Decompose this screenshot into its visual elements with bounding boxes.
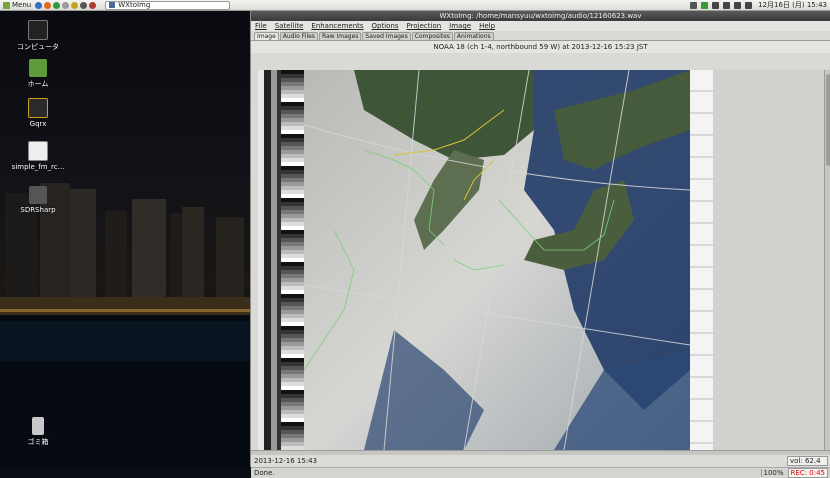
top-panel: Menu WXtoImg 12月16日 (月) 15:43 (0, 0, 830, 11)
volume-readout: vol: 62.4 (787, 455, 828, 466)
browser-launcher-icon[interactable] (35, 1, 43, 9)
script-file-icon (28, 141, 48, 161)
scrollbar-thumb[interactable] (826, 74, 830, 166)
menu-button[interactable]: Menu (0, 0, 34, 11)
menu-label: Menu (12, 1, 32, 9)
tab-composites[interactable]: Composites (411, 32, 453, 40)
desktop-icon-label: ゴミ箱 (27, 438, 49, 446)
tab-audio-files[interactable]: Audio Files (279, 32, 318, 40)
right-telemetry-strip (690, 70, 713, 450)
sdrsharp-icon (29, 186, 47, 204)
desktop-icon-trash[interactable]: ゴミ箱 (3, 417, 73, 447)
wxtoimg-window: WXtoImg: /home/mansyuu/wxtoimg/audio/121… (250, 11, 830, 478)
satellite-image (304, 70, 690, 450)
system-tray: 12月16日 (月) 15:43 (688, 0, 830, 10)
app-launcher-icon[interactable] (80, 1, 88, 9)
taskbar-item-label: WXtoImg (118, 1, 151, 9)
desktop-icon-label: コンピュータ (17, 43, 59, 51)
folder-launcher-icon[interactable] (62, 1, 70, 9)
firefox-launcher-icon[interactable] (44, 1, 52, 9)
vertical-scrollbar[interactable] (824, 70, 830, 450)
trash-icon (32, 417, 44, 435)
desktop-icon-label: SDRSharp (20, 206, 56, 214)
home-folder-icon (29, 59, 47, 77)
keyboard-icon[interactable] (690, 1, 698, 9)
image-caption: NOAA 18 (ch 1-4, northbound 59 W) at 201… (251, 41, 830, 53)
menu-options[interactable]: Options (372, 22, 399, 30)
image-viewport[interactable] (258, 70, 713, 450)
desktop-icon-home[interactable]: ホーム (3, 59, 73, 89)
rec-indicator: REC: 0:45 (787, 468, 828, 478)
computer-icon (28, 20, 48, 40)
menu-help[interactable]: Help (479, 22, 495, 30)
zoom-level: 100% (760, 469, 788, 477)
wxtoimg-task-icon (109, 2, 116, 8)
update-check-icon[interactable] (701, 1, 709, 9)
tab-image[interactable]: Image (254, 32, 279, 40)
terminal-launcher-icon[interactable] (71, 1, 79, 9)
menubar: File Satellite Enhancements Options Proj… (251, 21, 830, 31)
desktop: コンピュータ ホーム Gqrx simple_fm_rc... SDRSharp… (0, 11, 250, 467)
desktop-icon-sdrsharp[interactable]: SDRSharp (3, 186, 73, 214)
tab-bar: Image Audio Files Raw Images Saved Image… (251, 31, 830, 41)
taskbar-item-wxtoimg[interactable]: WXtoImg (105, 0, 231, 10)
desktop-icon-label: ホーム (27, 80, 49, 88)
tab-raw-images[interactable]: Raw Images (318, 32, 362, 40)
desktop-icon-label: simple_fm_rc... (11, 163, 65, 171)
desktop-icon-simple-fm[interactable]: simple_fm_rc... (3, 141, 73, 171)
chrome-launcher-icon[interactable] (53, 1, 61, 9)
menu-file[interactable]: File (255, 22, 267, 30)
tab-animations[interactable]: Animations (453, 32, 494, 40)
menu-satellite[interactable]: Satellite (275, 22, 304, 30)
window-titlebar[interactable]: WXtoImg: /home/mansyuu/wxtoimg/audio/121… (251, 11, 830, 21)
volume-icon[interactable] (734, 1, 742, 9)
status-message: Done. (254, 469, 275, 477)
menu-icon (3, 1, 10, 9)
bluetooth-icon[interactable] (712, 1, 720, 9)
status-time: 2013-12-16 15:43 (254, 456, 318, 465)
network-icon[interactable] (723, 1, 731, 9)
empty-canvas-area (713, 70, 824, 450)
menu-projection[interactable]: Projection (407, 22, 442, 30)
menu-enhancements[interactable]: Enhancements (311, 22, 363, 30)
desktop-icon-label: Gqrx (29, 120, 47, 128)
window-title: WXtoImg: /home/mansyuu/wxtoimg/audio/121… (439, 12, 642, 20)
user-icon[interactable] (745, 1, 753, 9)
clock[interactable]: 12月16日 (月) 15:43 (758, 0, 827, 10)
desktop-icon-gqrx[interactable]: Gqrx (3, 98, 73, 128)
info-bar: 2013-12-16 15:43 vol: 62.4 (251, 455, 830, 466)
telemetry-strip (258, 70, 304, 450)
desktop-icon-computer[interactable]: コンピュータ (3, 20, 73, 52)
gqrx-icon (28, 98, 48, 118)
tab-saved-images[interactable]: Saved Images (362, 32, 411, 40)
status-bar: Done. 100% REC: 0:45 (251, 467, 830, 478)
menu-image[interactable]: Image (449, 22, 471, 30)
media-launcher-icon[interactable] (89, 1, 97, 9)
